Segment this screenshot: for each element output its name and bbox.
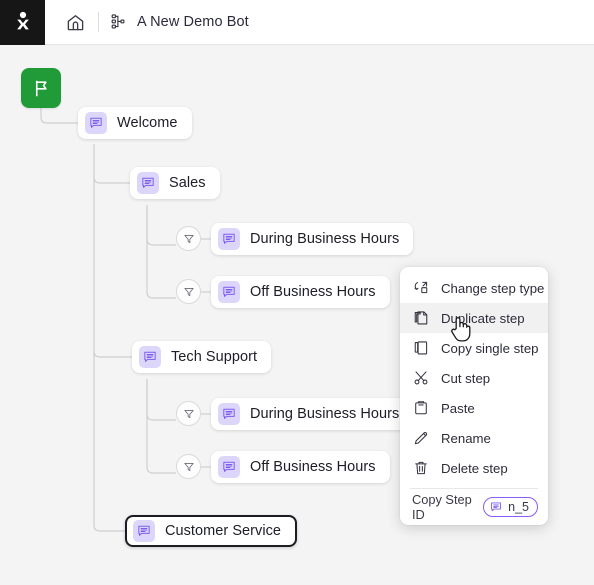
message-icon [218,228,240,250]
flow-node-label: During Business Hours [250,406,400,422]
flow-node-customer-service[interactable]: Customer Service [125,515,298,547]
duplicate-icon [412,310,429,327]
filter-icon [183,462,194,471]
brand-logo-icon [16,11,29,30]
flag-icon [35,80,47,96]
start-node[interactable] [21,68,61,108]
message-icon [137,172,159,194]
page-title: A New Demo Bot [137,14,249,30]
flow-tree-icon [110,13,128,31]
filter-node-sales-off[interactable] [176,279,201,304]
pencil-icon [412,430,429,447]
flow-node-label: Sales [169,175,206,191]
flow-node-sales-off[interactable]: Off Business Hours [211,276,390,308]
flow-node-tech-during[interactable]: During Business Hours [211,398,414,430]
flow-node-label: Off Business Hours [250,459,376,475]
step-id-value: n_5 [508,500,529,514]
flow-node-label: Customer Service [165,523,282,539]
message-icon [133,520,155,542]
filter-node-tech-during[interactable] [176,401,201,426]
message-icon [218,403,240,425]
context-menu-item-copy-single-step[interactable]: Copy single step [400,333,548,363]
filter-node-tech-off[interactable] [176,454,201,479]
context-menu-item-label: Copy single step [441,340,539,356]
step-id-chip[interactable]: n_5 [483,497,538,517]
app-root: A New Demo Bot Welcome Sales During Busi… [0,0,594,585]
filter-node-sales-during[interactable] [176,226,201,251]
message-icon [85,112,107,134]
brand-logo-button[interactable] [0,0,45,45]
flow-node-tech-off[interactable]: Off Business Hours [211,451,390,483]
copy-step-id-label: Copy Step ID [412,492,472,522]
change-step-type-icon [412,280,429,297]
context-menu-item-duplicate-step[interactable]: Duplicate step [400,303,548,333]
flow-node-sales[interactable]: Sales [130,167,220,199]
context-menu-item-label: Paste [441,400,475,416]
clipboard-icon [412,400,429,417]
message-icon [139,346,161,368]
message-icon [218,281,240,303]
step-context-menu: Change step type Duplicate step Copy sin… [400,267,548,525]
flow-node-sales-during[interactable]: During Business Hours [211,223,414,255]
context-menu-item-change-step-type[interactable]: Change step type [400,273,548,303]
context-menu-item-label: Duplicate step [441,310,525,326]
app-header: A New Demo Bot [0,0,594,45]
context-menu-item-label: Cut step [441,370,491,386]
filter-icon [183,287,194,296]
message-icon [489,500,503,514]
flow-node-label: During Business Hours [250,231,400,247]
scissors-icon [412,370,429,387]
context-menu-item-label: Change step type [441,280,545,296]
filter-icon [183,409,194,418]
home-icon [67,14,83,30]
filter-icon [183,234,194,243]
flow-node-welcome[interactable]: Welcome [78,107,192,139]
home-button[interactable] [62,9,88,35]
context-menu-item-label: Delete step [441,460,508,476]
context-menu-item-delete-step[interactable]: Delete step [400,453,548,483]
flow-node-label: Off Business Hours [250,284,376,300]
header-divider [98,12,99,32]
flow-canvas[interactable]: Welcome Sales During Business Hours Off … [0,45,594,585]
message-icon [218,456,240,478]
trash-icon [412,460,429,477]
copy-icon [412,340,429,357]
flow-node-label: Welcome [117,115,178,131]
copy-step-id-row[interactable]: Copy Step ID n_5 [400,489,548,525]
context-menu-item-label: Rename [441,430,491,446]
flow-node-tech-support[interactable]: Tech Support [132,341,272,373]
context-menu-item-rename[interactable]: Rename [400,423,548,453]
context-menu-item-cut-step[interactable]: Cut step [400,363,548,393]
flow-node-label: Tech Support [171,349,258,365]
context-menu-item-paste[interactable]: Paste [400,393,548,423]
